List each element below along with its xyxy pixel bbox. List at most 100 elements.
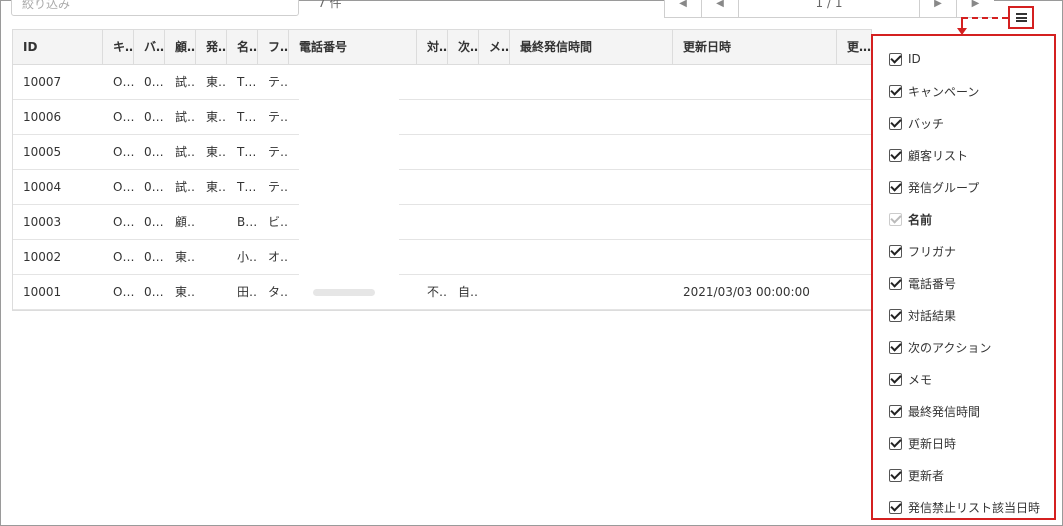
table-row[interactable]: 10006 O… 0… 試… 東… T… テ… — [13, 100, 871, 135]
column-header[interactable]: 次… — [448, 30, 479, 64]
table-cell: タ… — [268, 285, 289, 299]
column-header[interactable]: キ… — [103, 30, 134, 64]
column-header[interactable]: メ… — [479, 30, 510, 64]
table-row[interactable]: 10002 O… 0… 東… 小… オ… — [13, 240, 871, 275]
table-cell — [837, 275, 871, 310]
table-cell: 東… — [206, 110, 227, 124]
table-cell: T… — [237, 180, 257, 194]
column-toggle-label: 発信禁止リスト該当日時 — [908, 500, 1041, 515]
table-cell: 不… — [427, 285, 448, 299]
column-header[interactable]: 電話番号 — [289, 30, 417, 64]
column-header[interactable]: 対… — [417, 30, 448, 64]
column-header[interactable]: バ… — [134, 30, 165, 64]
table-row[interactable]: 10004 O… 0… 試… 東… T… テ… — [13, 170, 871, 205]
table-cell: T… — [237, 110, 257, 124]
column-toggle-option[interactable]: 電話番号 — [889, 273, 956, 293]
first-page-button[interactable]: ◀ — [664, 0, 702, 18]
checkbox-checked-icon[interactable] — [889, 148, 902, 162]
table-cell — [673, 170, 837, 205]
table-row[interactable]: 10007 O… 0… 試… 東… T… テ… — [13, 65, 871, 100]
table-cell — [196, 275, 227, 310]
column-toggle-label: ID — [908, 52, 921, 66]
checkbox-checked-icon[interactable] — [889, 308, 902, 322]
column-toggle-label: フリガナ — [908, 244, 957, 259]
column-toggle-option[interactable]: キャンペーン — [889, 81, 979, 101]
column-toggle-option[interactable]: 対話結果 — [889, 305, 956, 325]
table-cell — [448, 240, 479, 275]
column-toggle-option[interactable]: 顧客リスト — [889, 145, 968, 165]
table-cell: 0… — [144, 180, 164, 194]
column-header[interactable]: フ… — [258, 30, 289, 64]
column-toggle-option[interactable]: ID — [889, 49, 921, 69]
column-toggle-option[interactable]: 最終発信時間 — [889, 401, 980, 421]
checkbox-checked-icon[interactable] — [889, 468, 902, 482]
column-header[interactable]: 顧… — [165, 30, 196, 64]
column-header[interactable]: ID — [13, 30, 103, 64]
table-cell: 0… — [144, 215, 164, 229]
filter-input[interactable]: 絞り込み — [11, 0, 299, 16]
table-cell: オ… — [268, 250, 289, 264]
checkbox-checked-icon[interactable] — [889, 116, 902, 130]
column-toggle-option[interactable]: フリガナ — [889, 241, 956, 261]
table-cell — [837, 240, 871, 275]
column-header[interactable]: 更新日時 — [673, 30, 837, 64]
data-grid: IDキ…バ…顧…発…名…フ…電話番号対…次…メ…最終発信時間更新日時更… 100… — [12, 29, 872, 311]
column-toggle-option[interactable]: バッチ — [889, 113, 944, 133]
table-cell — [673, 65, 837, 100]
column-toggle-label: 顧客リスト — [908, 148, 969, 163]
checkbox-checked-icon[interactable] — [889, 372, 902, 386]
table-row[interactable]: 10005 O… 0… 試… 東… T… テ… — [13, 135, 871, 170]
column-menu-button[interactable] — [1008, 6, 1034, 29]
next-page-button[interactable]: ▶ — [919, 0, 957, 18]
prev-page-button[interactable]: ◀ — [701, 0, 739, 18]
table-cell: 0… — [144, 285, 164, 299]
table-cell: 0… — [144, 145, 164, 159]
column-toggle-option[interactable]: 発信グループ — [889, 177, 979, 197]
column-header[interactable]: 最終発信時間 — [510, 30, 673, 64]
column-toggle-option[interactable]: メモ — [889, 369, 932, 389]
column-toggle-label: バッチ — [908, 116, 945, 131]
checkbox-checked-icon[interactable] — [889, 244, 902, 258]
record-count: 7 件 — [318, 0, 342, 10]
table-cell — [448, 170, 479, 205]
checkbox-checked-icon[interactable] — [889, 404, 902, 418]
phone-redaction — [299, 65, 399, 275]
table-cell: O… — [113, 180, 134, 194]
table-cell: 試… — [175, 145, 196, 159]
column-header[interactable]: 更… — [837, 30, 871, 64]
table-cell: T… — [237, 75, 257, 89]
table-cell: O… — [113, 250, 134, 264]
column-header[interactable]: 名… — [227, 30, 258, 64]
checkbox-checked-icon[interactable] — [889, 500, 902, 514]
column-toggle-label: 発信グループ — [908, 180, 980, 195]
table-row[interactable]: 10003 O… 0… 顧… B… ビ… — [13, 205, 871, 240]
table-cell — [448, 65, 479, 100]
table-cell: B… — [237, 215, 258, 229]
column-header[interactable]: 発… — [196, 30, 227, 64]
column-toggle-label: 次のアクション — [908, 340, 992, 355]
table-cell — [479, 275, 510, 310]
column-toggle-label: キャンペーン — [908, 84, 980, 99]
table-cell — [448, 205, 479, 240]
checkbox-checked-icon[interactable] — [889, 276, 902, 290]
table-cell — [479, 205, 510, 240]
checkbox-checked-icon[interactable] — [889, 180, 902, 194]
table-row[interactable]: 10001 O… 0… 東… 田… タ… 不… 自… 2021/03/03 00:00:00 — [13, 275, 871, 310]
table-cell: 10002 — [23, 250, 62, 264]
table-cell — [479, 135, 510, 170]
table-cell — [673, 240, 837, 275]
last-page-button[interactable]: ▶ — [956, 0, 994, 18]
table-cell: 東… — [206, 75, 227, 89]
table-cell: テ… — [268, 145, 289, 159]
checkbox-checked-icon[interactable] — [889, 84, 902, 98]
column-toggle-option[interactable]: 更新日時 — [889, 433, 956, 453]
column-toggle-option[interactable]: 次のアクション — [889, 337, 991, 357]
checkbox-checked-icon[interactable] — [889, 436, 902, 450]
checkbox-checked-icon — [889, 212, 902, 226]
checkbox-checked-icon[interactable] — [889, 340, 902, 354]
column-toggle-option[interactable]: 発信禁止リスト該当日時 — [889, 497, 1040, 517]
table-cell — [417, 205, 448, 240]
column-toggle-option[interactable]: 更新者 — [889, 465, 944, 485]
hamburger-icon — [1015, 13, 1027, 22]
checkbox-checked-icon[interactable] — [889, 52, 902, 66]
